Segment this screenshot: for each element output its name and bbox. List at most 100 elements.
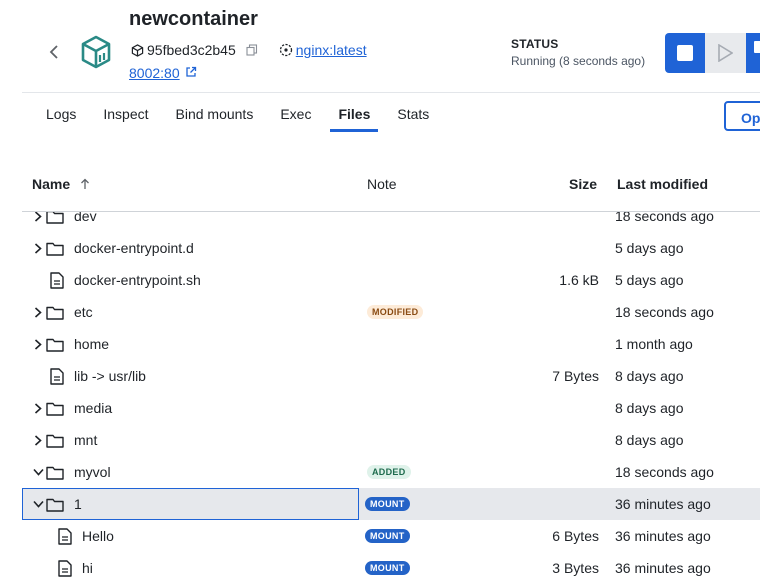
back-button[interactable] <box>44 40 64 64</box>
note-cell: ADDED <box>367 456 411 488</box>
folder-icon <box>46 488 64 520</box>
status-label: STATUS <box>511 37 559 51</box>
folder-icon <box>46 296 64 328</box>
chevron-right-icon[interactable] <box>32 212 44 232</box>
port-link[interactable]: 8002:80 <box>129 65 180 81</box>
selection-outline <box>22 488 359 520</box>
folder-icon <box>46 424 64 456</box>
chevron-right-icon[interactable] <box>32 296 44 328</box>
column-modified-header[interactable]: Last modified <box>617 176 708 192</box>
tab-exec[interactable]: Exec <box>280 96 311 132</box>
note-cell: MOUNT <box>365 488 410 520</box>
note-cell: MODIFIED <box>367 296 424 328</box>
note-cell: MOUNT <box>365 552 410 582</box>
copy-icon[interactable] <box>244 42 260 58</box>
table-row[interactable]: home 1 month ago <box>22 328 760 360</box>
last-modified: 8 days ago <box>615 400 684 416</box>
table-row[interactable]: myvol ADDED 18 seconds ago <box>22 456 760 488</box>
column-size-header[interactable]: Size <box>569 176 597 192</box>
column-name-label: Name <box>32 176 71 192</box>
container-controls <box>665 33 760 73</box>
last-modified: 18 seconds ago <box>615 464 714 480</box>
folder-icon <box>46 212 64 232</box>
file-name: myvol <box>74 464 111 480</box>
file-size: 3 Bytes <box>552 560 599 576</box>
stop-icon <box>677 45 694 61</box>
column-note-header[interactable]: Note <box>367 176 397 192</box>
last-modified: 36 minutes ago <box>615 528 711 544</box>
file-name: hi <box>82 560 93 576</box>
file-name: Hello <box>82 528 114 544</box>
tab-logs[interactable]: Logs <box>46 96 76 132</box>
table-row[interactable]: docker-entrypoint.sh 1.6 kB 5 days ago <box>22 264 760 296</box>
last-modified: 5 days ago <box>615 272 684 288</box>
external-link-icon[interactable] <box>185 65 197 81</box>
file-size: 7 Bytes <box>552 368 599 384</box>
table-row[interactable]: etc MODIFIED 18 seconds ago <box>22 296 760 328</box>
chevron-right-icon[interactable] <box>32 232 44 264</box>
note-badge: MODIFIED <box>367 305 424 319</box>
port-row: 8002:80 <box>129 64 197 82</box>
file-name: media <box>74 400 113 416</box>
note-cell: MOUNT <box>365 520 410 552</box>
play-icon <box>718 44 734 62</box>
more-actions-button[interactable] <box>745 33 760 73</box>
chevron-left-icon <box>49 45 58 59</box>
chevron-down-icon[interactable] <box>32 456 44 488</box>
status-value: Running (8 seconds ago) <box>511 54 646 68</box>
container-id: 95fbed3c2b45 <box>147 42 236 58</box>
table-row[interactable]: Hello MOUNT 6 Bytes 36 minutes ago <box>22 520 760 552</box>
image-link[interactable]: nginx:latest <box>296 42 367 58</box>
last-modified: 1 month ago <box>615 336 693 352</box>
last-modified: 36 minutes ago <box>615 560 711 576</box>
open-button[interactable]: Ope <box>724 101 760 131</box>
tab-files[interactable]: Files <box>330 96 379 132</box>
table-row[interactable]: docker-entrypoint.d 5 days ago <box>22 232 760 264</box>
container-logo-icon <box>78 34 114 70</box>
container-title: newcontainer <box>129 8 258 30</box>
table-row[interactable]: mnt 8 days ago <box>22 424 760 456</box>
chevron-down-icon[interactable] <box>32 488 44 520</box>
folder-icon <box>46 456 64 488</box>
last-modified: 18 seconds ago <box>615 212 714 224</box>
note-badge: MOUNT <box>365 529 410 543</box>
file-icon <box>56 552 74 582</box>
stop-button[interactable] <box>665 33 706 73</box>
file-name: docker-entrypoint.sh <box>74 272 201 288</box>
last-modified: 8 days ago <box>615 432 684 448</box>
file-name: docker-entrypoint.d <box>74 240 194 256</box>
table-row[interactable]: dev 18 seconds ago <box>22 212 760 232</box>
table-row[interactable]: 1 MOUNT 36 minutes ago <box>22 488 760 520</box>
last-modified: 8 days ago <box>615 368 684 384</box>
table-row[interactable]: lib -> usr/lib 7 Bytes 8 days ago <box>22 360 760 392</box>
sort-ascending-icon <box>80 178 90 190</box>
start-button[interactable] <box>705 33 746 73</box>
restart-icon <box>753 41 760 53</box>
tab-bar: Logs Inspect Bind mounts Exec Files Stat… <box>46 96 456 132</box>
last-modified: 5 days ago <box>615 240 684 256</box>
folder-icon <box>46 392 64 424</box>
tab-bind-mounts[interactable]: Bind mounts <box>176 96 254 132</box>
folder-icon <box>46 328 64 360</box>
tab-stats[interactable]: Stats <box>397 96 429 132</box>
file-name: mnt <box>74 432 98 448</box>
file-list: dev 18 seconds ago docker-entrypoint.d 5 da… <box>0 212 760 582</box>
folder-icon <box>46 232 64 264</box>
chevron-right-icon[interactable] <box>32 328 44 360</box>
file-icon <box>48 264 66 296</box>
table-row[interactable]: media 8 days ago <box>22 392 760 424</box>
tab-inspect[interactable]: Inspect <box>103 96 148 132</box>
column-name-header[interactable]: Name <box>32 176 90 192</box>
container-meta: 95fbed3c2b45 nginx:latest <box>129 41 367 59</box>
file-name: lib -> usr/lib <box>74 368 146 384</box>
note-badge: MOUNT <box>365 561 410 575</box>
table-row[interactable]: hi MOUNT 3 Bytes 36 minutes ago <box>22 552 760 582</box>
chevron-right-icon[interactable] <box>32 424 44 456</box>
chevron-right-icon[interactable] <box>32 392 44 424</box>
note-badge: ADDED <box>367 465 411 479</box>
file-icon <box>56 520 74 552</box>
cube-icon <box>129 42 145 58</box>
file-size: 1.6 kB <box>559 272 599 288</box>
file-icon <box>48 360 66 392</box>
file-name: 1 <box>74 496 82 512</box>
